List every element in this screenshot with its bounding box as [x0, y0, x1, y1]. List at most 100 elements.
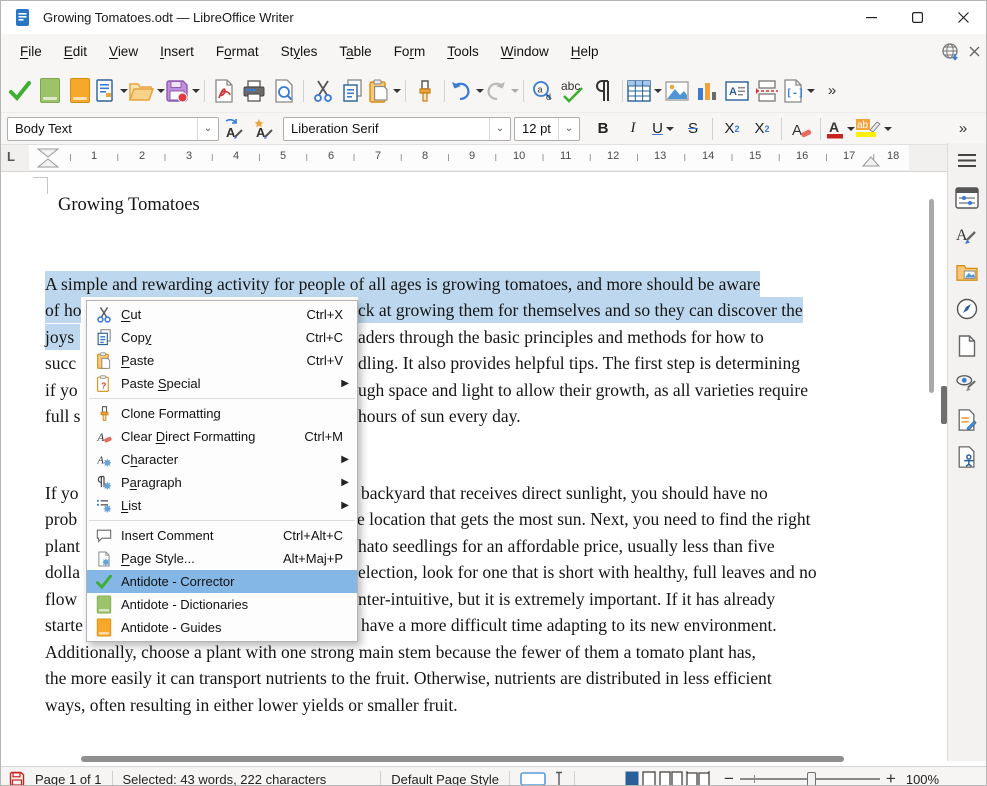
- document-heading[interactable]: Growing Tomatoes: [58, 195, 200, 216]
- sidebar-accessibility-check-icon[interactable]: [952, 443, 982, 471]
- menu-window[interactable]: Window: [490, 39, 560, 64]
- zoom-slider-thumb[interactable]: [807, 772, 816, 786]
- antidote-corrector-icon[interactable]: [5, 75, 35, 107]
- text-cursor-icon[interactable]: [554, 771, 564, 786]
- zoom-out-button[interactable]: −: [724, 769, 734, 786]
- sidebar-gallery-icon[interactable]: [952, 258, 982, 286]
- cut-icon[interactable]: [308, 75, 338, 107]
- close-document-icon[interactable]: [969, 46, 980, 57]
- context-item-antidote-guides[interactable]: Antidote - Guides: [87, 616, 357, 639]
- vertical-scrollbar[interactable]: [927, 169, 936, 749]
- insert-chart-icon[interactable]: [692, 75, 722, 107]
- page-number-status[interactable]: Page 1 of 1: [35, 772, 102, 786]
- zoom-slider[interactable]: [740, 778, 880, 780]
- sidebar-style-inspector-icon[interactable]: [952, 369, 982, 397]
- context-item-clone-formatting[interactable]: Clone Formatting: [87, 402, 357, 425]
- document-modified-icon[interactable]: [9, 771, 25, 786]
- context-item-paste[interactable]: PasteCtrl+V: [87, 349, 357, 372]
- undo-icon[interactable]: [449, 75, 484, 107]
- print-preview-icon[interactable]: [269, 75, 299, 107]
- tab-type-selector[interactable]: L: [7, 149, 15, 164]
- sidebar-settings-icon[interactable]: [952, 147, 982, 175]
- new-document-icon[interactable]: [95, 75, 128, 107]
- selection-rectangle-icon[interactable]: [520, 772, 546, 786]
- print-icon[interactable]: [239, 75, 269, 107]
- document-area[interactable]: Growing Tomatoes A simple and rewarding …: [1, 172, 986, 752]
- antidote-dictionaries-icon[interactable]: [35, 75, 65, 107]
- menu-format[interactable]: Format: [205, 39, 270, 64]
- superscript-button[interactable]: X2: [717, 113, 747, 145]
- word-count-status[interactable]: Selected: 43 words, 222 characters: [123, 772, 327, 786]
- highlight-color-button[interactable]: ab: [855, 113, 892, 145]
- insert-page-break-icon[interactable]: [752, 75, 782, 107]
- save-icon[interactable]: [165, 75, 200, 107]
- close-button[interactable]: [940, 1, 986, 34]
- sidebar-manage-changes-icon[interactable]: [952, 406, 982, 434]
- zoom-level[interactable]: 100%: [906, 772, 939, 786]
- italic-button[interactable]: I: [618, 113, 648, 145]
- sidebar-navigator-icon[interactable]: [952, 295, 982, 323]
- book-view-button[interactable]: [686, 771, 710, 786]
- context-item-clear-direct-formatting[interactable]: A Clear Direct FormattingCtrl+M: [87, 425, 357, 448]
- toolbar-overflow-button[interactable]: »: [817, 75, 847, 107]
- menu-styles[interactable]: Styles: [270, 39, 329, 64]
- context-item-list[interactable]: List▶: [87, 494, 357, 517]
- antidote-guides-icon[interactable]: [65, 75, 95, 107]
- formatbar-overflow-button[interactable]: »: [948, 113, 978, 145]
- menu-file[interactable]: File: [9, 39, 53, 64]
- chevron-down-icon[interactable]: ⌄: [489, 118, 510, 140]
- context-item-antidote-dictionaries[interactable]: Antidote - Dictionaries: [87, 593, 357, 616]
- menu-insert[interactable]: Insert: [149, 39, 205, 64]
- page-style-status[interactable]: Default Page Style: [391, 772, 499, 786]
- menu-tools[interactable]: Tools: [436, 39, 490, 64]
- copy-icon[interactable]: [338, 75, 368, 107]
- open-icon[interactable]: [128, 75, 165, 107]
- context-item-cut[interactable]: CutCtrl+X: [87, 303, 357, 326]
- new-style-icon[interactable]: A: [249, 116, 279, 142]
- sidebar-properties-icon[interactable]: [952, 184, 982, 212]
- context-item-antidote-corrector[interactable]: Antidote - Corrector: [87, 570, 357, 593]
- paste-icon[interactable]: [368, 75, 401, 107]
- redo-icon[interactable]: [484, 75, 519, 107]
- update-style-icon[interactable]: A: [219, 116, 249, 142]
- context-item-paragraph[interactable]: Paragraph▶: [87, 471, 357, 494]
- insert-field-icon[interactable]: [-]: [782, 75, 815, 107]
- insert-table-icon[interactable]: [627, 75, 662, 107]
- chevron-down-icon[interactable]: ⌄: [558, 118, 579, 140]
- first-line-indent-marker[interactable]: [36, 147, 60, 169]
- font-size-combobox[interactable]: 12 pt ⌄: [514, 117, 580, 141]
- context-item-page-style[interactable]: Page Style...Alt+Maj+P: [87, 547, 357, 570]
- menu-help[interactable]: Help: [560, 39, 610, 64]
- multi-page-view-button[interactable]: [659, 771, 683, 786]
- chevron-down-icon[interactable]: ⌄: [197, 118, 218, 140]
- clear-formatting-icon[interactable]: A: [786, 113, 816, 145]
- underline-button[interactable]: U: [648, 113, 678, 145]
- menu-table[interactable]: Table: [328, 39, 382, 64]
- insert-textbox-icon[interactable]: A: [722, 75, 752, 107]
- sidebar-styles-icon[interactable]: A: [952, 221, 982, 249]
- paragraph-style-combobox[interactable]: Body Text ⌄: [7, 117, 219, 141]
- context-item-character[interactable]: A Character▶: [87, 448, 357, 471]
- context-item-paste-special[interactable]: ? Paste Special▶: [87, 372, 357, 395]
- horizontal-scrollbar-thumb[interactable]: [81, 756, 844, 762]
- sidebar-page-icon[interactable]: [952, 332, 982, 360]
- horizontal-scrollbar[interactable]: [1, 752, 986, 766]
- context-item-insert-comment[interactable]: Insert CommentCtrl+Alt+C: [87, 524, 357, 547]
- insert-image-icon[interactable]: [662, 75, 692, 107]
- font-color-button[interactable]: A: [825, 113, 855, 145]
- clone-formatting-icon[interactable]: [410, 75, 440, 107]
- horizontal-ruler[interactable]: L 1 2 3 4 5 6 7 8 9 10 11 12 13 14 15 16…: [1, 145, 986, 172]
- right-indent-marker[interactable]: [861, 155, 881, 167]
- menu-edit[interactable]: Edit: [53, 39, 98, 64]
- globe-download-icon[interactable]: [941, 42, 961, 62]
- single-page-view-button[interactable]: [625, 771, 639, 786]
- zoom-in-button[interactable]: +: [886, 769, 896, 786]
- find-replace-icon[interactable]: ad: [528, 75, 558, 107]
- bold-button[interactable]: B: [588, 113, 618, 145]
- menu-view[interactable]: View: [98, 39, 149, 64]
- single-page-outline-view-button[interactable]: [642, 771, 656, 786]
- minimize-button[interactable]: [848, 1, 894, 34]
- formatting-marks-icon[interactable]: [588, 75, 618, 107]
- spelling-icon[interactable]: abc: [558, 75, 588, 107]
- menu-form[interactable]: Form: [383, 39, 437, 64]
